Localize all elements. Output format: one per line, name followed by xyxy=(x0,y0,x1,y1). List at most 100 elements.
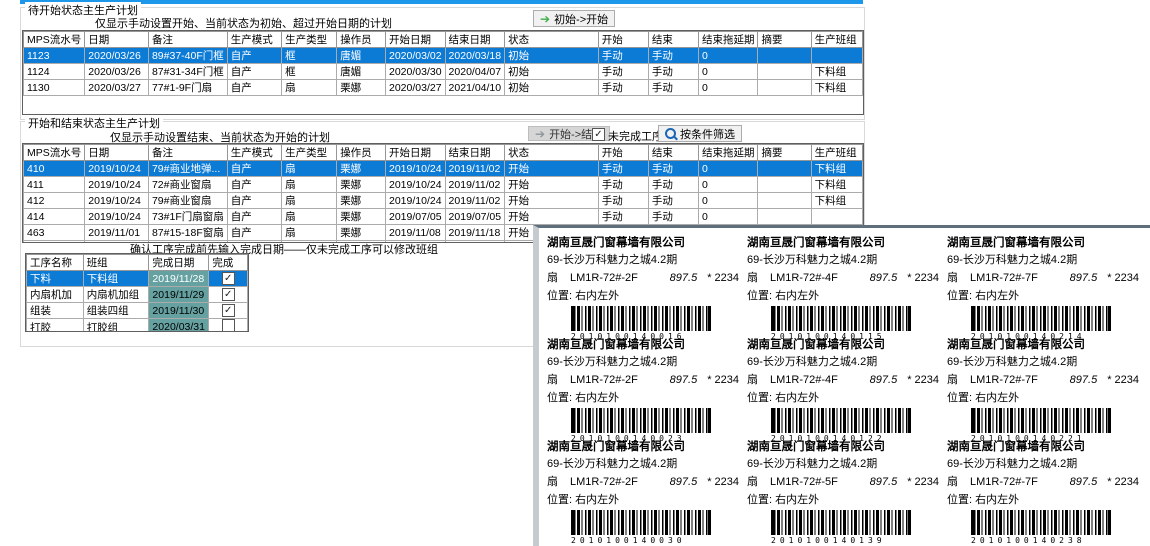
barcode-image xyxy=(571,306,711,331)
completion-date-cell[interactable]: 2019/11/28 xyxy=(149,271,209,287)
label-model: LM1R-72#-2F xyxy=(570,476,670,488)
label-company: 湖南亘晟门窗幕墙有限公司 xyxy=(947,438,1139,454)
column-header[interactable]: 结束 xyxy=(648,32,698,48)
column-header[interactable]: 生产班组 xyxy=(811,145,862,161)
column-header[interactable]: 完成日期 xyxy=(149,255,209,271)
column-header[interactable]: 状态 xyxy=(505,32,599,48)
column-header[interactable]: 生产类型 xyxy=(282,145,337,161)
process-row[interactable]: 内扇机加内扇机加组2019/11/29✓ xyxy=(27,287,248,303)
filter-by-condition-button[interactable]: 按条件筛选 xyxy=(658,125,742,142)
unfinished-process-checkbox[interactable]: ✓ xyxy=(592,128,605,141)
waiting-hint-text: 仅显示手动设置开始、当前状态为初始、超过开始日期的计划 xyxy=(95,15,392,31)
column-header[interactable]: 生产类型 xyxy=(282,32,337,48)
column-header[interactable]: 结束日期 xyxy=(445,145,505,161)
label-position: 位置: 右内左外 xyxy=(547,389,739,405)
table-row[interactable]: 4122019/10/2479#商业窗扇自产扇栗娜2019/10/242019/… xyxy=(24,193,863,209)
label-model: LM1R-72#-2F xyxy=(570,272,670,284)
column-header[interactable]: 结束 xyxy=(648,145,698,161)
barcode-image xyxy=(771,408,911,433)
top-accent-bar xyxy=(20,0,863,4)
label-spec-row: 扇LM1R-72#-7F897.5* 2234 xyxy=(947,473,1139,489)
barcode-number: 2010100140139 xyxy=(771,536,911,545)
process-table: 工序名称班组完成日期完成下料下料组2019/11/28✓内扇机加内扇机加组201… xyxy=(26,254,248,332)
column-header[interactable]: 生产模式 xyxy=(227,32,281,48)
done-checkbox[interactable] xyxy=(222,319,235,332)
done-checkbox[interactable]: ✓ xyxy=(222,272,235,285)
label-item-type: 扇 xyxy=(747,269,758,285)
table-row[interactable]: 11232020/03/2689#37-40F门框自产框唐媚2020/03/02… xyxy=(24,48,863,64)
barcode-block: 2010100140030 xyxy=(571,510,711,545)
init-to-start-button[interactable]: ➔ 初始->开始 xyxy=(533,10,615,27)
column-header[interactable]: 开始日期 xyxy=(385,145,445,161)
column-header[interactable]: 摘要 xyxy=(758,145,811,161)
label-project: 69-长沙万科魅力之城4.2期 xyxy=(747,455,939,471)
label-model: LM1R-72#-5F xyxy=(770,476,870,488)
column-header[interactable]: 操作员 xyxy=(337,32,386,48)
table-row[interactable]: 11302020/03/2777#1-9F门扇自产扇栗娜2020/03/2720… xyxy=(24,80,863,96)
label-item-type: 扇 xyxy=(947,371,958,387)
completion-date-cell[interactable]: 2020/03/31 xyxy=(149,319,209,333)
process-grid: 工序名称班组完成日期完成下料下料组2019/11/28✓内扇机加内扇机加组201… xyxy=(25,253,249,332)
magnifier-icon xyxy=(665,128,676,139)
completion-date-cell[interactable]: 2019/11/30 xyxy=(149,303,209,319)
table-row[interactable]: 11242020/03/2687#31-34F门框自产框唐媚2020/03/30… xyxy=(24,64,863,80)
barcode-label: 湖南亘晟门窗幕墙有限公司69-长沙万科魅力之城4.2期扇LM1R-72#-4F8… xyxy=(747,336,939,443)
table-row[interactable]: 4102019/10/2479#商业地弹...自产扇栗娜2019/10/2420… xyxy=(24,161,863,177)
column-header[interactable]: 结束拖延期 xyxy=(698,32,758,48)
label-width: 897.5 xyxy=(670,272,698,284)
barcode-label: 湖南亘晟门窗幕墙有限公司69-长沙万科魅力之城4.2期扇LM1R-72#-2F8… xyxy=(547,336,739,443)
column-header[interactable]: 备注 xyxy=(148,145,227,161)
label-company: 湖南亘晟门窗幕墙有限公司 xyxy=(747,234,939,250)
done-checkbox[interactable]: ✓ xyxy=(222,304,235,317)
barcode-image xyxy=(971,408,1111,433)
label-project: 69-长沙万科魅力之城4.2期 xyxy=(747,353,939,369)
label-height: * 2234 xyxy=(907,374,939,386)
label-width: 897.5 xyxy=(1070,272,1098,284)
column-header[interactable]: 操作员 xyxy=(337,145,386,161)
column-header[interactable]: 结束拖延期 xyxy=(698,145,758,161)
label-company: 湖南亘晟门窗幕墙有限公司 xyxy=(547,336,739,352)
column-header[interactable]: 开始日期 xyxy=(385,32,445,48)
barcode-image xyxy=(571,408,711,433)
column-header[interactable]: 生产模式 xyxy=(227,145,281,161)
column-header[interactable]: 完成 xyxy=(209,255,248,271)
label-model: LM1R-72#-7F xyxy=(970,272,1070,284)
process-row[interactable]: 下料下料组2019/11/28✓ xyxy=(27,271,248,287)
label-position: 位置: 右内左外 xyxy=(947,389,1139,405)
table-row[interactable]: 4142019/10/2473#1F门扇窗扇自产扇栗娜2019/07/05201… xyxy=(24,209,863,225)
label-position: 位置: 右内左外 xyxy=(947,287,1139,303)
label-company: 湖南亘晟门窗幕墙有限公司 xyxy=(747,438,939,454)
column-header[interactable]: 摘要 xyxy=(758,32,811,48)
process-row[interactable]: 组装组装四组2019/11/30✓ xyxy=(27,303,248,319)
column-header[interactable]: 备注 xyxy=(148,32,227,48)
column-header[interactable]: 班组 xyxy=(83,255,149,271)
label-spec-row: 扇LM1R-72#-7F897.5* 2234 xyxy=(947,371,1139,387)
label-item-type: 扇 xyxy=(747,473,758,489)
process-row[interactable]: 打胶打胶组2020/03/31 xyxy=(27,319,248,333)
table-row[interactable]: 4112019/10/2472#商业窗扇自产扇栗娜2019/10/242019/… xyxy=(24,177,863,193)
column-header[interactable]: 日期 xyxy=(85,32,149,48)
column-header[interactable]: MPS流水号 xyxy=(24,32,85,48)
barcode-label: 湖南亘晟门窗幕墙有限公司69-长沙万科魅力之城4.2期扇LM1R-72#-7F8… xyxy=(947,336,1139,443)
done-checkbox[interactable]: ✓ xyxy=(222,288,235,301)
unfinished-process-label: 未完成工序 xyxy=(608,128,663,144)
column-header[interactable]: 生产班组 xyxy=(811,32,862,48)
barcode-block: 2010100140238 xyxy=(971,510,1111,545)
column-header[interactable]: 结束日期 xyxy=(445,32,505,48)
column-header[interactable]: 开始 xyxy=(598,145,648,161)
column-header[interactable]: 工序名称 xyxy=(27,255,84,271)
label-spec-row: 扇LM1R-72#-2F897.5* 2234 xyxy=(547,473,739,489)
barcode-label: 湖南亘晟门窗幕墙有限公司69-长沙万科魅力之城4.2期扇LM1R-72#-2F8… xyxy=(547,234,739,341)
column-header[interactable]: 开始 xyxy=(598,32,648,48)
label-item-type: 扇 xyxy=(747,371,758,387)
barcode-label: 湖南亘晟门窗幕墙有限公司69-长沙万科魅力之城4.2期扇LM1R-72#-7F8… xyxy=(947,438,1139,545)
label-height: * 2234 xyxy=(1107,374,1139,386)
column-header[interactable]: 日期 xyxy=(85,145,149,161)
label-position: 位置: 右内左外 xyxy=(547,491,739,507)
column-header[interactable]: MPS流水号 xyxy=(24,145,85,161)
label-position: 位置: 右内左外 xyxy=(747,287,939,303)
completion-date-cell[interactable]: 2019/11/29 xyxy=(149,287,209,303)
column-header[interactable]: 状态 xyxy=(505,145,599,161)
gray-arrow-icon: ➔ xyxy=(535,129,545,139)
label-company: 湖南亘晟门窗幕墙有限公司 xyxy=(947,336,1139,352)
